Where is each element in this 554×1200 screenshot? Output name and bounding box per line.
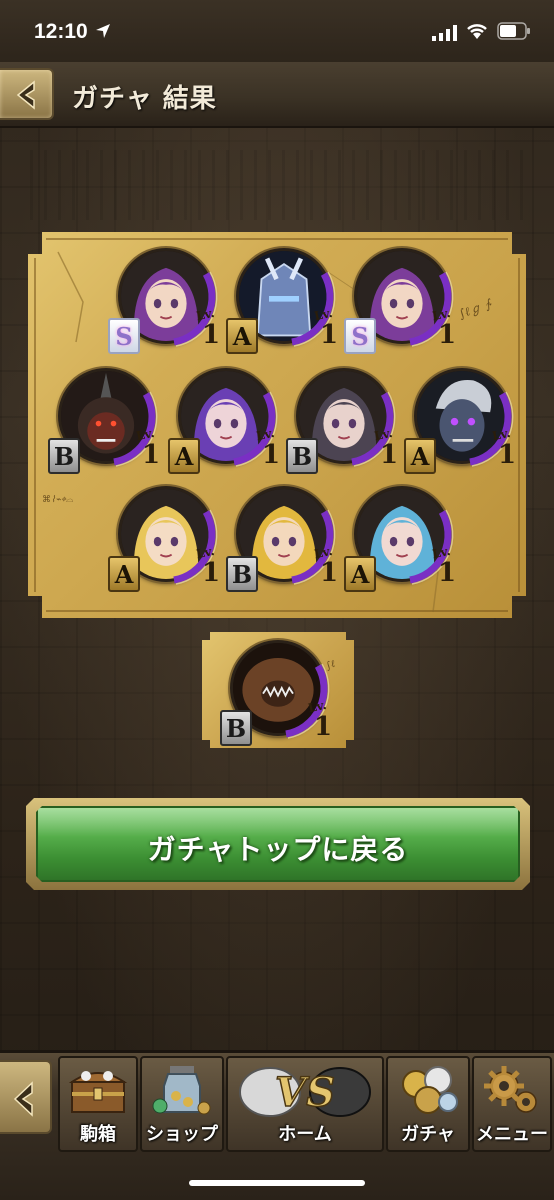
rank-badge: A: [344, 556, 376, 592]
gear-icon: [484, 1066, 537, 1113]
plaque-glyphs: ⌘⌇⌁⌖⌓: [42, 495, 73, 505]
level-value: 1: [262, 440, 281, 470]
chest-icon: [68, 1071, 128, 1113]
level-indicator: Lv. 1: [255, 426, 281, 470]
level-indicator: Lv. 1: [195, 306, 221, 350]
rank-badge: A: [226, 318, 258, 354]
level-value: 1: [380, 440, 399, 470]
page-header: ガチャ 結果: [0, 62, 554, 128]
level-indicator: Lv. 1: [135, 426, 161, 470]
home-indicator[interactable]: [189, 1180, 365, 1186]
level-value: 1: [498, 440, 517, 470]
chevron-left-icon: [13, 1081, 33, 1117]
result-card[interactable]: B Lv. 1: [226, 486, 339, 606]
coins-icon: [402, 1066, 458, 1114]
level-indicator: Lv. 1: [491, 426, 517, 470]
level-indicator: Lv. 1: [313, 306, 339, 350]
rank-badge: S: [108, 318, 140, 354]
nav-label-gacha: ガチャ: [401, 1124, 455, 1145]
level-indicator: Lv. 1: [195, 544, 221, 588]
rank-badge: B: [48, 438, 80, 474]
svg-text:VS: VS: [275, 1069, 335, 1116]
status-time: 12:10: [34, 20, 88, 43]
vs-icon: VS: [239, 1067, 371, 1117]
nav-label-shop: ショップ: [146, 1124, 218, 1145]
battery-icon: [497, 22, 530, 40]
rank-badge: A: [108, 556, 140, 592]
rank-badge: B: [226, 556, 258, 592]
rank-badge: B: [286, 438, 318, 474]
gacha-top-button[interactable]: ガチャトップに戻る: [36, 806, 520, 882]
level-value: 1: [438, 320, 457, 350]
level-indicator: Lv. 1: [307, 698, 333, 742]
rank-badge: B: [220, 710, 252, 746]
status-bar: 12:10: [0, 0, 554, 62]
result-card[interactable]: A Lv. 1: [344, 486, 457, 606]
level-indicator: Lv. 1: [373, 426, 399, 470]
result-card[interactable]: A Lv. 1: [108, 486, 221, 606]
chevron-left-icon: [16, 80, 35, 110]
level-indicator: Lv. 1: [431, 544, 457, 588]
result-card[interactable]: S Lv. 1: [344, 248, 457, 368]
nav-label-home: ホーム: [278, 1124, 332, 1145]
result-card[interactable]: B Lv. 1: [48, 368, 161, 488]
result-card[interactable]: A Lv. 1: [168, 368, 281, 488]
cell-signal-icon: [432, 25, 457, 41]
level-value: 1: [142, 440, 161, 470]
nav-label-komabako: 駒箱: [80, 1124, 116, 1145]
rank-badge: A: [404, 438, 436, 474]
result-card[interactable]: B Lv. 1: [286, 368, 399, 488]
location-arrow-icon: [96, 24, 110, 38]
result-card[interactable]: A Lv. 1: [404, 368, 517, 488]
nav-label-menu: メニュー: [476, 1124, 548, 1145]
rank-badge: A: [168, 438, 200, 474]
level-value: 1: [320, 320, 339, 350]
back-button[interactable]: [0, 68, 54, 120]
level-value: 1: [320, 558, 339, 588]
result-card[interactable]: A Lv. 1: [226, 248, 339, 368]
nav-item-menu[interactable]: メニュー: [472, 1056, 552, 1152]
level-value: 1: [438, 558, 457, 588]
gacha-top-button-label: ガチャトップに戻る: [147, 833, 409, 866]
shop-icon: [152, 1066, 211, 1115]
wall-carving: [30, 150, 524, 220]
level-value: 1: [202, 320, 221, 350]
level-value: 1: [202, 558, 221, 588]
result-card[interactable]: S Lv. 1: [108, 248, 221, 368]
result-card[interactable]: B Lv. 1: [220, 640, 333, 760]
rank-badge: S: [344, 318, 376, 354]
nav-item-shop[interactable]: ショップ: [140, 1056, 224, 1152]
page-title: ガチャ 結果: [72, 84, 217, 114]
level-value: 1: [314, 712, 333, 742]
nav-item-komabako[interactable]: 駒箱: [58, 1056, 138, 1152]
nav-back-button[interactable]: [0, 1060, 52, 1134]
level-indicator: Lv. 1: [313, 544, 339, 588]
wifi-icon: [467, 24, 487, 39]
nav-item-home[interactable]: VS ホーム: [226, 1056, 384, 1152]
level-indicator: Lv. 1: [431, 306, 457, 350]
nav-item-gacha[interactable]: ガチャ: [386, 1056, 470, 1152]
